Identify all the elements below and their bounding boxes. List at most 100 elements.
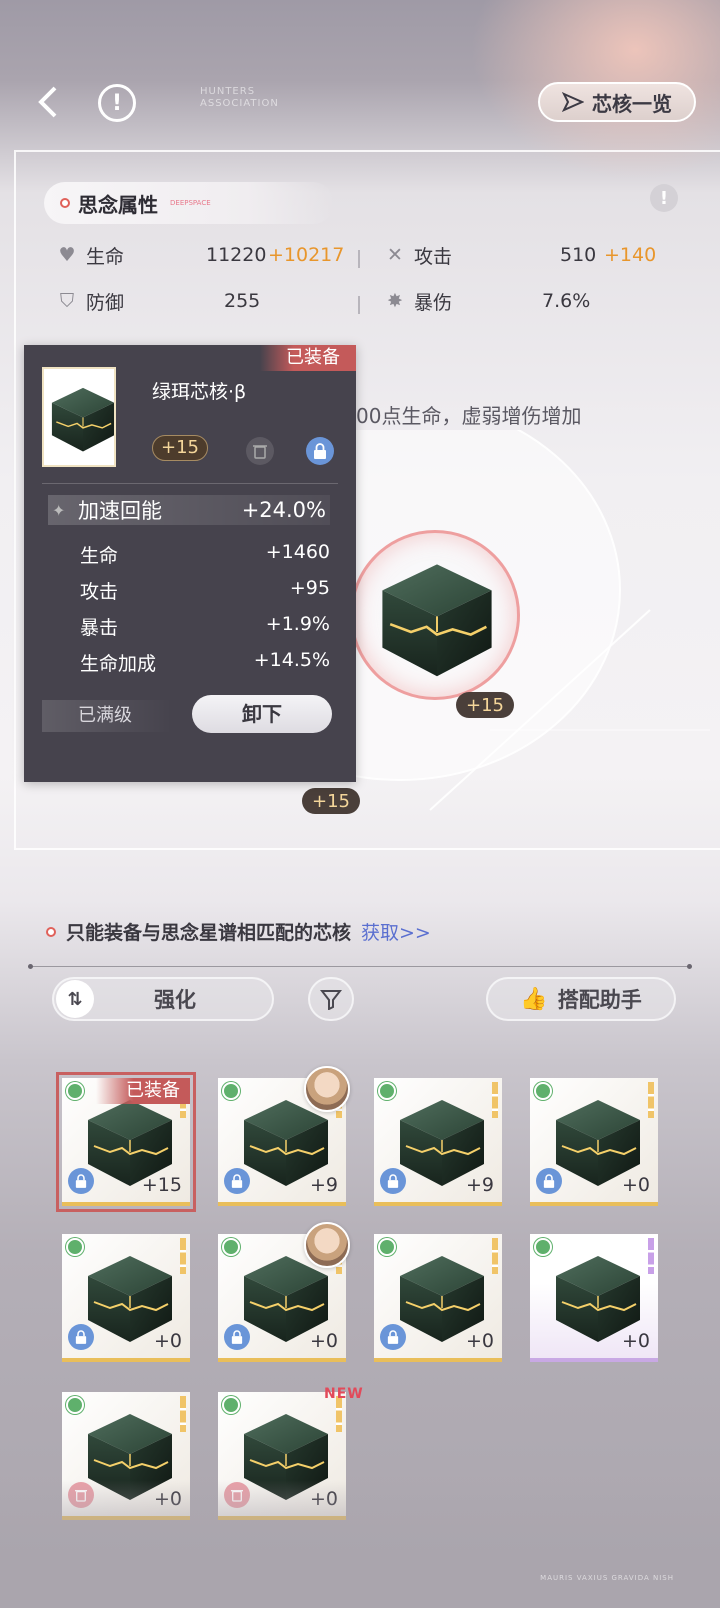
exclamation-icon: ! [111,90,123,116]
match-helper-label: 搭配助手 [557,988,642,1012]
core-level: +0 [465,1330,494,1352]
lock-icon[interactable] [536,1168,562,1194]
sub-stat-label: 暴击 [80,617,119,639]
main-stat-row: ✦ 加速回能 +24.0% [48,495,330,525]
core-tile[interactable]: +0 [530,1234,658,1362]
attributes-title: 思念属性 [78,192,158,217]
set-icon [66,1082,84,1100]
sparkle-icon: ✦ [52,500,66,520]
unequip-button[interactable]: 卸下 [192,695,332,733]
lock-icon[interactable] [380,1324,406,1350]
stat-atk-name: 攻击 [414,245,453,268]
stat-atk-value: 510 [560,244,597,266]
core-tile[interactable]: 已装备 +15 [56,1072,196,1212]
core-level: +0 [153,1330,182,1352]
match-tip-text: 只能装备与思念星谱相匹配的芯核 [66,922,352,944]
sub-stat-value: +1460 [265,541,330,563]
match-helper-button[interactable]: 👍 搭配助手 [486,977,676,1021]
core-list-button[interactable]: 芯核一览 [538,82,696,122]
core-cube-icon [46,379,116,459]
attributes-help-icon[interactable]: ! [650,184,678,212]
core-tile[interactable]: +0 [62,1234,190,1362]
bullet-icon [46,926,56,937]
lock-icon[interactable] [68,1168,94,1194]
set-icon [222,1396,240,1414]
info-button[interactable]: ! [98,84,136,122]
sub-stat-row: 攻击 +95 [80,577,330,604]
stat-def: ⛉ 防御 255 [56,286,260,316]
enhance-label: 强化 [154,988,196,1012]
core-level: +0 [621,1330,650,1352]
attributes-header: 思念属性 DEEPSPACE [44,182,334,224]
rarity-stripe [492,1082,498,1118]
rarity-stripe [492,1238,498,1274]
stat-atk-bonus: +140 [604,244,657,266]
thumbs-up-icon: 👍 [520,986,548,1012]
rarity-stripe [648,1238,654,1274]
core-list-label: 芯核一览 [592,91,672,116]
main-stat-label: 加速回能 [78,499,162,523]
bullet-icon [60,198,70,208]
enhance-sort-button[interactable]: ⇅ 强化 [52,977,274,1021]
shield-icon: ⛉ [59,290,75,312]
match-tip: 只能装备与思念星谱相匹配的芯核 获取>> [46,918,431,945]
core-tile[interactable]: +0 [530,1078,658,1206]
app-root: ! HUNTERS ASSOCIATION 芯核一览 思念属性 DEEPSPAC… [0,0,720,1608]
stat-def-value: 255 [224,290,261,312]
get-link[interactable]: 获取>> [361,918,431,945]
new-badge: NEW [324,1386,364,1402]
stat-critdmg-name: 暴伤 [414,291,453,314]
core-level: +0 [621,1174,650,1196]
filter-button[interactable] [308,977,354,1021]
rarity-stripe [180,1238,186,1274]
lock-icon[interactable] [306,437,334,465]
bottom-fade [0,1480,720,1608]
lock-icon[interactable] [68,1324,94,1350]
lock-icon[interactable] [224,1324,250,1350]
core-cube-icon [372,554,502,684]
core-level: +9 [309,1174,338,1196]
core-level: +0 [309,1330,338,1352]
stat-def-name: 防御 [86,291,125,314]
stat-separator [358,296,360,314]
main-stat-value: +24.0% [241,498,326,522]
lock-icon[interactable] [224,1168,250,1194]
core-level: +15 [141,1174,182,1196]
set-icon [66,1396,84,1414]
core-tile[interactable]: +0 [374,1234,502,1362]
character-avatar [304,1222,350,1268]
stat-hp-name: 生命 [86,245,125,268]
trash-icon[interactable] [246,437,274,465]
stat-atk: ✕ 攻击 510 +140 [384,240,656,270]
core-detail-popup: 已装备 绿珥芯核·β +15 ✦ 加速回能 +24.0% 生命 +1460 攻击… [24,345,356,782]
sub-stat-label: 生命 [80,545,119,567]
stat-separator [358,250,360,268]
stat-hp-bonus: +10217 [268,244,345,266]
popup-divider [42,483,338,484]
core-tile[interactable]: +9 [374,1078,502,1206]
swords-icon: ✕ [387,244,403,266]
core-level-badge-2: +15 [302,788,360,814]
maxed-label: 已满级 [42,700,172,732]
heart-icon: ♥ [58,244,76,266]
sub-stat-row: 暴击 +1.9% [80,613,330,640]
divider-line [28,964,692,969]
sub-stat-row: 生命 +1460 [80,541,330,568]
equipped-tag: 已装备 [260,345,356,371]
sub-stat-value: +14.5% [253,649,330,671]
equipped-tag: 已装备 [96,1078,190,1104]
set-icon [66,1238,84,1256]
stat-critdmg-value: 7.6% [542,290,591,312]
sub-stat-value: +1.9% [265,613,330,635]
back-arrow-icon [38,86,57,118]
set-icon [222,1082,240,1100]
sub-stat-label: 生命加成 [80,653,157,675]
rarity-stripe [648,1082,654,1118]
set-icon [222,1238,240,1256]
filter-icon [320,990,342,1010]
sub-stat-row: 生命加成 +14.5% [80,649,330,676]
sort-icon: ⇅ [56,980,94,1018]
back-button[interactable] [26,80,70,124]
core-thumbnail [42,367,116,467]
lock-icon[interactable] [380,1168,406,1194]
